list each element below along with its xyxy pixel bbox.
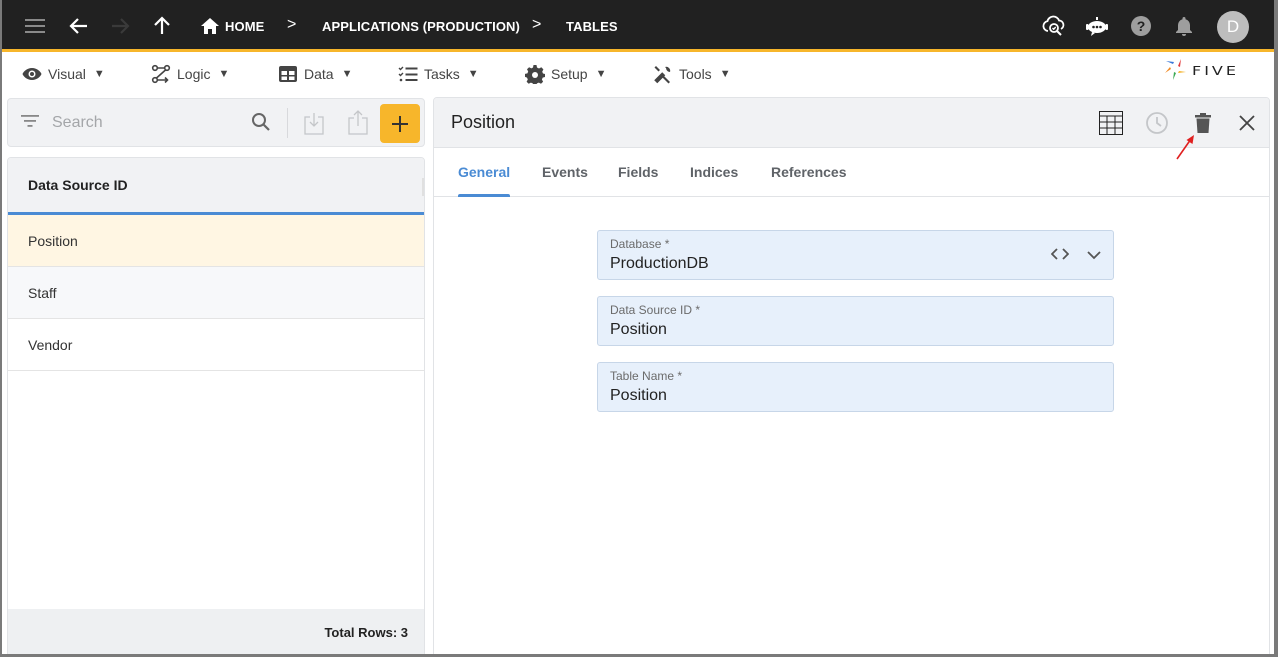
table-name-label: Table Name * [610,369,683,383]
list-row[interactable]: Staff [8,267,424,319]
table-name-field[interactable]: Table Name * [597,362,1114,412]
caret-down-icon: ▼ [595,68,607,80]
import-icon[interactable] [304,111,324,140]
search-icon[interactable] [251,112,271,137]
tab-indices[interactable]: Indices [690,164,738,180]
tab-fields[interactable]: Fields [618,164,658,180]
svg-text:?: ? [1137,18,1146,34]
help-icon[interactable]: ? [1129,14,1153,38]
detail-header: Position [434,98,1269,148]
tab-references[interactable]: References [771,164,847,180]
table-name-input[interactable] [610,387,1030,405]
caret-down-icon: ▼ [93,68,105,80]
five-logo: FIVE [1164,58,1239,82]
data-source-id-input[interactable] [610,321,1030,339]
list-row[interactable]: Vendor [8,319,424,371]
annotation-arrow-icon [1176,135,1194,160]
filter-icon[interactable] [21,114,39,133]
column-header-label: Data Source ID [28,177,128,193]
menu-data-label: Data [304,66,334,82]
menu-data[interactable]: Data ▼ [278,63,352,85]
five-logo-text: FIVE [1192,62,1239,78]
menu-logic-label: Logic [177,66,211,82]
checklist-icon [398,64,418,84]
active-tab-indicator [458,194,510,197]
home-icon[interactable] [198,14,222,38]
menu-bar: Visual ▼ Logic ▼ Data ▼ Tasks ▼ Setup ▼ … [0,55,1278,93]
app-bar: HOME > APPLICATIONS (PRODUCTION) > TABLE… [0,0,1278,52]
list-row-label: Staff [28,284,57,301]
five-logo-icon [1165,59,1186,80]
menu-visual-label: Visual [48,66,86,82]
data-source-list: Data Source ID Position Staff Vendor Tot… [7,157,425,657]
close-icon[interactable] [1234,110,1260,136]
column-resize-handle[interactable] [422,178,424,196]
export-icon[interactable] [348,109,368,140]
eye-icon [22,64,42,84]
list-row[interactable]: Position [8,215,424,267]
breadcrumb-home[interactable]: HOME [225,19,264,34]
menu-tasks[interactable]: Tasks ▼ [398,63,479,85]
menu-tools[interactable]: Tools ▼ [653,63,731,85]
menu-tools-label: Tools [679,66,712,82]
plus-icon [392,115,408,132]
caret-down-icon: ▼ [719,68,731,80]
add-button[interactable] [380,104,420,143]
data-source-id-field[interactable]: Data Source ID * [597,296,1114,346]
history-clock-icon[interactable] [1144,110,1170,136]
chat-bot-icon[interactable] [1085,14,1109,38]
arrow-right-icon[interactable] [108,14,132,38]
menu-setup[interactable]: Setup ▼ [525,63,606,85]
tools-icon [653,64,673,84]
caret-down-icon: ▼ [467,68,479,80]
menu-visual[interactable]: Visual ▼ [22,63,105,85]
menu-setup-label: Setup [551,66,588,82]
toolbar-divider [287,108,288,138]
avatar[interactable]: D [1217,11,1249,43]
gear-icon [525,64,545,84]
cloud-search-icon[interactable] [1042,14,1066,38]
column-header-data-source-id[interactable]: Data Source ID [8,158,424,215]
detail-tabs: General Events Fields Indices References [434,148,1269,197]
hamburger-menu-icon[interactable] [23,14,47,38]
database-value: ProductionDB [610,255,709,272]
avatar-initial: D [1226,17,1240,36]
search-input[interactable] [52,111,242,135]
arrow-up-icon[interactable] [150,14,174,38]
list-row-label: Position [28,232,78,249]
list-row-label: Vendor [28,336,73,353]
menu-tasks-label: Tasks [424,66,460,82]
list-toolbar [7,98,425,147]
breadcrumb-applications[interactable]: APPLICATIONS (PRODUCTION) [322,19,520,34]
caret-down-icon: ▼ [341,68,353,80]
table-grid-icon [278,64,298,84]
database-select[interactable]: Database * ProductionDB [597,230,1114,280]
menu-logic[interactable]: Logic ▼ [151,63,229,85]
breadcrumb-separator: > [532,16,542,33]
data-source-id-label: Data Source ID * [610,303,701,317]
grid-view-icon[interactable] [1098,110,1124,136]
bell-icon[interactable] [1172,14,1196,38]
tab-events[interactable]: Events [542,164,588,180]
detail-panel: Position General Events Fields Indices R… [433,97,1270,657]
code-icon[interactable] [1050,247,1070,265]
tab-general[interactable]: General [458,164,510,180]
logic-flow-icon [151,64,171,84]
list-footer: Total Rows: 3 [8,609,424,656]
breadcrumb-tables[interactable]: TABLES [566,19,618,34]
detail-title: Position [451,112,516,132]
database-label: Database * [610,237,670,251]
chevron-down-icon[interactable] [1087,247,1101,265]
total-rows: Total Rows: 3 [324,625,408,640]
arrow-left-icon[interactable] [67,14,91,38]
caret-down-icon: ▼ [218,68,230,80]
breadcrumb-separator: > [287,16,297,33]
